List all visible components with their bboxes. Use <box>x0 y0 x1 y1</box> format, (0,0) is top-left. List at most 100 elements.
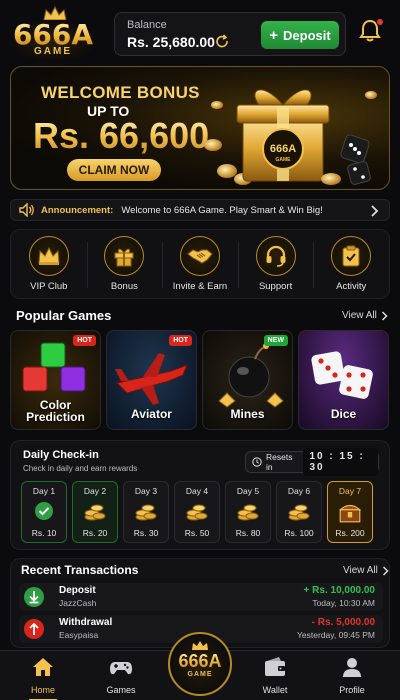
transactions-view-all[interactable]: View All <box>343 565 389 576</box>
checkin-day-2[interactable]: Day 2 Rs. 20 <box>72 481 118 543</box>
balance-label: Balance <box>127 19 167 31</box>
gift-badge-sub: GAME <box>276 157 292 163</box>
day-reward: Rs. 30 <box>133 528 159 538</box>
deposit-label: Deposit <box>283 27 331 43</box>
quick-item-label: Activity <box>336 281 367 292</box>
logo-wordmark: 666A GAME <box>8 20 98 62</box>
quick-item-vip-club[interactable]: VIP Club <box>11 230 87 298</box>
checkin-day-6[interactable]: Day 6 Rs. 100 <box>276 481 322 543</box>
chevron-right-icon[interactable] <box>369 204 379 218</box>
game-card-aviator[interactable]: HOT Aviator <box>106 330 197 430</box>
popular-games-view-all[interactable]: View All <box>342 310 388 321</box>
clipboard-check-icon <box>342 245 360 267</box>
welcome-bonus-banner[interactable]: WELCOME BONUS UP TO Rs. 66,600 CLAIM NOW… <box>10 66 390 190</box>
brand-logo[interactable]: 666A GAME <box>8 6 98 62</box>
notification-dot <box>376 18 384 26</box>
day-label: Day 4 <box>185 486 209 496</box>
home-icon <box>33 658 53 676</box>
chevron-right-icon <box>381 310 388 321</box>
transaction-time: Today, 10:30 AM <box>312 598 375 608</box>
game-label: Dice <box>330 407 357 421</box>
transaction-amount: + Rs. 10,000.00 <box>303 585 375 596</box>
nav-profile[interactable]: Profile <box>322 655 382 695</box>
quick-item-support[interactable]: Support <box>237 230 314 298</box>
center-logo-subtext: GAME <box>187 671 213 678</box>
nav-label: Wallet <box>262 685 288 695</box>
notification-button[interactable] <box>358 18 384 46</box>
checkin-day-7[interactable]: Day 7 Rs. 200 <box>327 481 373 543</box>
day-label: Day 5 <box>236 486 260 496</box>
headset-icon <box>266 245 286 267</box>
announcement-bar[interactable]: Announcement: Welcome to 666A Game. Play… <box>10 199 390 221</box>
day-reward: Rs. 80 <box>235 528 261 538</box>
game-card-color-prediction[interactable]: HOT Color Prediction <box>10 330 101 430</box>
quick-item-label: Bonus <box>110 281 138 292</box>
deposit-button[interactable]: + Deposit <box>261 21 339 49</box>
nav-label: Profile <box>339 685 365 695</box>
refresh-icon[interactable] <box>213 33 231 51</box>
user-icon <box>343 658 361 677</box>
coins-icon <box>135 504 157 521</box>
hot-badge: HOT <box>73 335 96 346</box>
coins-icon <box>288 504 310 521</box>
day-label: Day 2 <box>83 486 107 496</box>
transaction-method: Easypaisa <box>59 630 99 640</box>
wallet-icon <box>265 657 285 676</box>
quick-item-label: Support <box>258 281 293 292</box>
day-reward: Rs. 100 <box>284 528 314 538</box>
day-label: Day 3 <box>134 486 158 496</box>
checkin-day-5[interactable]: Day 5 Rs. 80 <box>225 481 271 543</box>
coins-icon <box>186 504 208 521</box>
view-all-label: View All <box>342 310 377 321</box>
nav-home[interactable]: Home <box>13 655 73 700</box>
balance-value: Rs. 25,680.00 <box>127 34 215 50</box>
gamepad-icon <box>110 662 132 675</box>
withdrawal-arrow-icon <box>24 619 44 639</box>
quick-item-bonus[interactable]: Bonus <box>86 230 163 298</box>
daily-checkin-panel: Daily Check-in Check in daily and earn r… <box>10 440 390 550</box>
quick-item-label: Invite & Earn <box>172 281 228 292</box>
transaction-method: JazzCash <box>59 598 97 608</box>
game-card-dice[interactable]: Dice <box>298 330 389 430</box>
top-header: 666A GAME Balance Rs. 25,680.00 + Deposi… <box>0 0 400 64</box>
banner-title: WELCOME BONUS <box>41 83 200 102</box>
center-logo-text: 666A <box>170 651 230 671</box>
claim-now-button[interactable]: CLAIM NOW <box>67 159 161 181</box>
handshake-icon <box>187 249 213 264</box>
crown-icon <box>192 641 208 650</box>
crown-icon <box>38 246 60 265</box>
transaction-type: Deposit <box>59 585 96 596</box>
popular-games-title: Popular Games <box>16 308 112 323</box>
nav-wallet[interactable]: Wallet <box>245 655 305 695</box>
reset-timer: Resets in 10 : 15 : 30 <box>245 448 379 476</box>
nav-games[interactable]: Games <box>91 655 151 695</box>
nav-label: Home <box>30 685 55 695</box>
quick-item-invite-earn[interactable]: Invite & Earn <box>162 230 238 298</box>
day-label: Day 6 <box>287 486 311 496</box>
checkin-day-1[interactable]: Day 1 Rs. 10 <box>21 481 67 543</box>
quick-menu: VIP Club Bonus Invite & Earn Support Act… <box>10 229 390 299</box>
popular-games-list: HOT Color Prediction HOT Aviator NEW Min… <box>10 330 390 430</box>
hot-badge: HOT <box>169 335 192 346</box>
nav-center-logo-button[interactable]: 666A GAME <box>168 632 232 696</box>
game-label: Color Prediction <box>26 398 85 424</box>
plus-icon: + <box>269 26 279 44</box>
gift-icon <box>114 248 134 267</box>
day-reward: Rs. 200 <box>335 528 365 538</box>
announcement-label: Announcement: <box>41 204 114 216</box>
day-label: Day 7 <box>338 486 362 496</box>
game-card-mines[interactable]: NEW Mines <box>202 330 293 430</box>
resets-label: Resets in <box>265 452 293 472</box>
transaction-type: Withdrawal <box>59 617 113 628</box>
coins-icon <box>237 504 259 521</box>
checkin-day-4[interactable]: Day 4 Rs. 50 <box>174 481 220 543</box>
transaction-row[interactable]: Deposit JazzCash + Rs. 10,000.00 Today, … <box>19 583 383 611</box>
day-label: Day 1 <box>32 486 56 496</box>
banner-amount: Rs. 66,600 <box>33 115 210 156</box>
nav-label: Games <box>106 685 136 695</box>
checkin-days: Day 1 Rs. 10 Day 2 Rs. 20 Day 3 Rs. 30 D… <box>21 481 381 543</box>
quick-item-activity[interactable]: Activity <box>313 230 389 298</box>
checkin-day-3[interactable]: Day 3 Rs. 30 <box>123 481 169 543</box>
transaction-amount: - Rs. 5,000.00 <box>311 617 375 628</box>
coins-icon <box>84 504 106 521</box>
